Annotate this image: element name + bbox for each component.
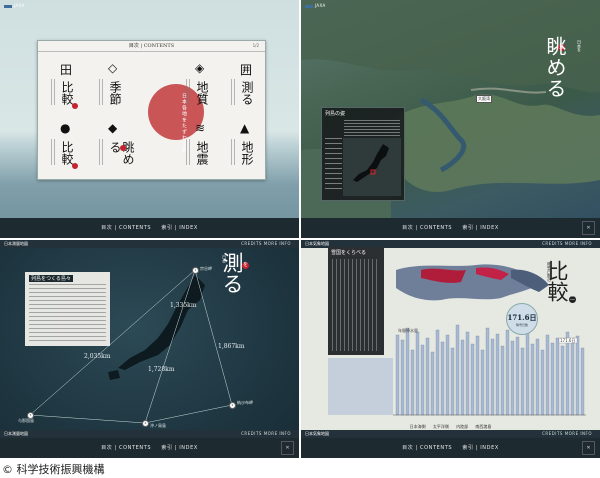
close-button[interactable]: ✕ <box>582 441 595 455</box>
contents-nav-link[interactable]: 目次 | CONTENTS <box>101 225 151 231</box>
contents-item[interactable]: 田 比較 <box>48 53 83 115</box>
info-box: 列島をつくる島々 <box>25 272 110 346</box>
contents-item[interactable]: ◇ 季節 <box>96 53 131 115</box>
legend-item[interactable]: 太平洋側 <box>433 424 449 429</box>
point-label: 与那国島 <box>18 418 34 423</box>
crest-icon: ◆ <box>108 121 118 135</box>
index-nav-link[interactable]: 索引 | INDEX <box>161 445 198 451</box>
contents-nav-link[interactable]: 目次 | CONTENTS <box>402 445 452 451</box>
contents-item-label: 季節 <box>108 81 122 105</box>
title-badge: 二 <box>569 296 576 303</box>
contents-item-label: 地震 <box>195 141 209 165</box>
distance-label: 2,035km <box>84 353 111 360</box>
contents-item[interactable]: ≋ 地震 <box>183 113 218 175</box>
place-label[interactable]: 大阪湾 <box>476 95 492 103</box>
contents-card: 目次 | CONTENTS 1/2 日本各地をたずねる旅 田 比較 ◇ 季節 ◆… <box>37 40 266 180</box>
page-title: 比較 <box>545 260 569 302</box>
index-nav-link[interactable]: 索引 | INDEX <box>462 445 499 451</box>
bottom-nav-bar: 目次 | CONTENTS 索引 | INDEX ✕ <box>0 438 299 458</box>
contents-item-label: 地質 <box>195 81 209 105</box>
compare-panel: 日本気象地図 CREDITS MORE INFO 雪国をくらべる 降雪日数の 比… <box>301 240 600 458</box>
info-box: 列島の姿 <box>321 107 405 201</box>
info-box-title: 列島をつくる島々 <box>29 275 73 282</box>
region-list[interactable] <box>325 138 342 193</box>
contents-panel: JAXA 目次 | CONTENTS 1/2 日本各地をたずねる旅 田 比較 ◇… <box>0 0 299 238</box>
point-label: 納沙布岬 <box>237 400 253 405</box>
contents-item-label: 比較 <box>60 81 74 105</box>
info-box: 雪国をくらべる <box>328 247 384 355</box>
bottom-links[interactable]: CREDITS MORE INFO <box>241 431 291 436</box>
contents-item-label: 地形 <box>240 141 254 165</box>
crest-icon: ● <box>60 121 71 135</box>
bottom-nav-bar: 目次 | CONTENTS 索引 | INDEX <box>0 218 299 238</box>
section-label: 日本気象地図 <box>305 431 329 436</box>
close-button[interactable]: ✕ <box>582 221 595 235</box>
point-label: 沖ノ鳥島 <box>150 423 166 428</box>
contents-item[interactable]: ◈ 地質 <box>183 53 218 115</box>
contents-item-label: 測る <box>240 81 254 105</box>
bottom-nav-bar: 目次 | CONTENTS 索引 | INDEX ✕ <box>301 218 600 238</box>
copyright-credit: © 科学技術振興機構 <box>2 463 105 476</box>
legend-item[interactable]: 日本海側 <box>410 424 426 429</box>
page-title: 眺める <box>543 36 567 99</box>
bubble-value: 171.6日 <box>507 313 537 322</box>
index-nav-link[interactable]: 索引 | INDEX <box>462 225 499 231</box>
measure-point[interactable]: 1 <box>192 267 199 274</box>
page-indicator: 1/2 <box>252 43 259 48</box>
distance-label: 1,867km <box>218 343 245 350</box>
contents-item[interactable]: ● 比較 <box>48 113 83 175</box>
bottom-links[interactable]: CREDITS MORE INFO <box>542 431 592 436</box>
page-title: 測る <box>220 252 244 294</box>
chart-label: 年間降水量 <box>398 328 418 333</box>
view-panel: JAXA 日本を 見 眺める 大阪湾 列島の姿 目次 | CONTENTS 索引… <box>301 0 600 238</box>
contents-item[interactable]: 囲 測る <box>228 53 263 115</box>
chart-label: 171.6日 <box>560 338 576 343</box>
measure-point[interactable]: 2 <box>229 402 236 409</box>
crest-icon: ≋ <box>195 121 206 135</box>
measure-point[interactable]: 4 <box>142 420 149 427</box>
brand-logo: JAXA <box>4 3 25 8</box>
close-button[interactable]: ✕ <box>281 441 294 455</box>
contents-item[interactable]: ▲ 地形 <box>228 113 263 175</box>
distance-label: 1,335km <box>170 302 197 309</box>
crest-icon: ◈ <box>195 61 205 75</box>
bar-series <box>395 324 585 416</box>
legend-item[interactable]: 南西諸島 <box>475 424 491 429</box>
measure-panel: 日本測量地図 CREDITS MORE INFO 日本 を 測る 列島をつくる島… <box>0 240 299 458</box>
crest-icon: 田 <box>60 63 73 77</box>
brand-logo: JAXA <box>305 3 326 8</box>
bubble-unit: 降雪日数 <box>515 323 528 327</box>
contents-item-label: 比較 <box>60 141 74 165</box>
info-box-title: 列島の姿 <box>325 111 346 117</box>
japan-minimap[interactable] <box>343 138 401 196</box>
title-side-text: 日本を <box>577 40 582 52</box>
contents-nav-link[interactable]: 目次 | CONTENTS <box>402 225 452 231</box>
crest-icon: ▲ <box>240 121 250 135</box>
contents-item[interactable]: ◆ 眺める <box>96 113 135 175</box>
point-label: 宗谷岬 <box>200 266 212 271</box>
distance-label: 1,728km <box>148 366 175 373</box>
crest-icon: 囲 <box>240 63 253 77</box>
section-label: 日本測量地図 <box>4 431 28 436</box>
value-bubble: 171.6日 降雪日数 <box>506 303 538 335</box>
crest-icon: ◇ <box>108 61 118 75</box>
legend-item[interactable]: 内陸部 <box>456 424 468 429</box>
bottom-nav-bar: 目次 | CONTENTS 索引 | INDEX ✕ <box>301 438 600 458</box>
card-title: 目次 | CONTENTS <box>38 41 265 52</box>
index-nav-link[interactable]: 索引 | INDEX <box>161 225 198 231</box>
contents-nav-link[interactable]: 目次 | CONTENTS <box>101 445 151 451</box>
info-box-title: 雪国をくらべる <box>331 250 367 256</box>
